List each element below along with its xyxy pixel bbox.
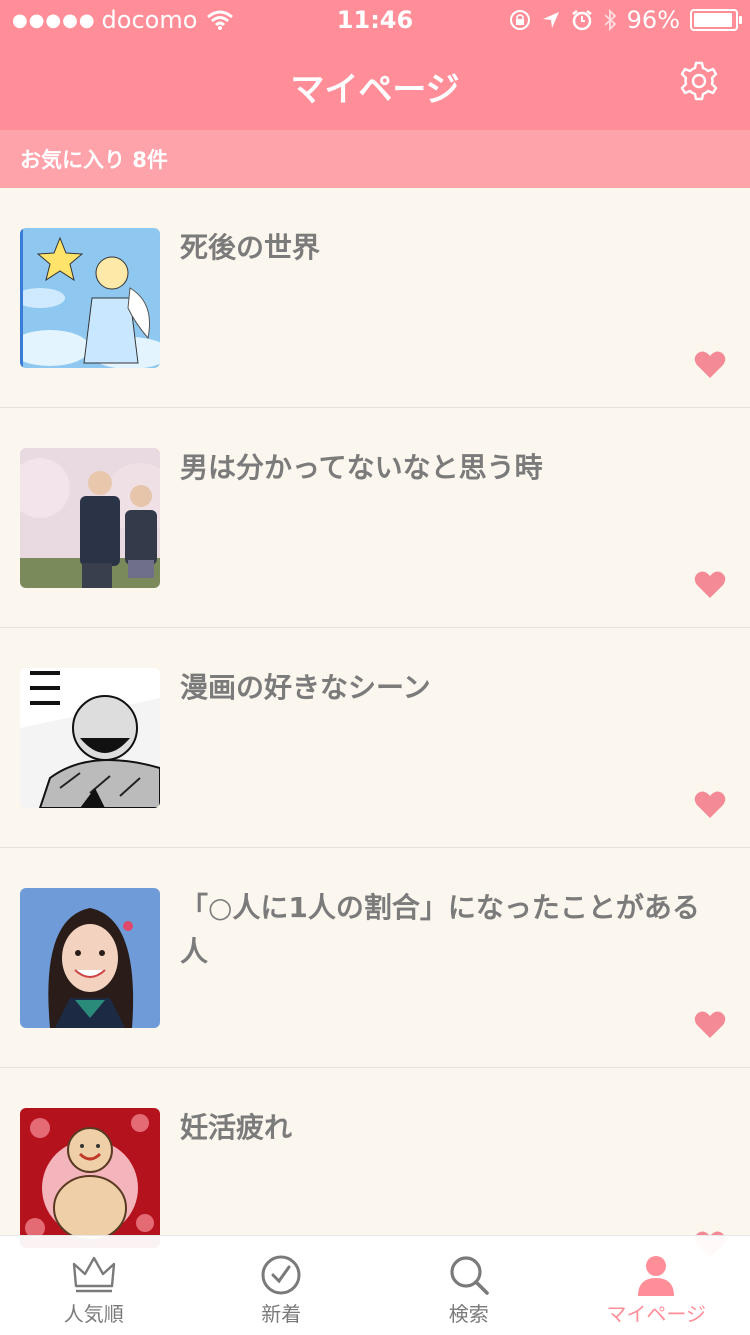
item-title: 死後の世界 — [180, 226, 725, 270]
rotation-lock-icon — [509, 9, 531, 31]
clock-icon — [259, 1254, 303, 1296]
heart-icon[interactable] — [694, 569, 726, 599]
battery-icon — [690, 9, 738, 31]
page-title: マイページ — [0, 62, 750, 111]
list-item[interactable]: 「○人に1人の割合」になったことがある人 — [0, 848, 750, 1068]
tab-label: 人気順 — [0, 1298, 188, 1327]
list-item[interactable]: 死後の世界 — [0, 188, 750, 408]
item-title: 「○人に1人の割合」になったことがある人 — [180, 886, 725, 974]
tab-label: 検索 — [375, 1298, 563, 1327]
status-bar: ●●●●● docomo 11:46 96% — [0, 0, 750, 40]
alarm-icon — [571, 9, 593, 31]
thumbnail-buddha-illustration — [20, 1108, 160, 1248]
location-arrow-icon — [541, 10, 561, 30]
crown-icon — [72, 1254, 116, 1296]
thumbnail-angel-illustration — [20, 228, 160, 368]
list-item[interactable]: 男は分かってないなと思う時 — [0, 408, 750, 628]
gear-icon[interactable] — [678, 60, 720, 102]
battery-percent: 96% — [627, 6, 680, 34]
thumbnail-girl-portrait — [20, 888, 160, 1028]
item-title: 漫画の好きなシーン — [180, 666, 725, 710]
list-item[interactable]: 漫画の好きなシーン — [0, 628, 750, 848]
tab-bar: 人気順 新着 検索 マイページ — [0, 1235, 750, 1335]
heart-icon[interactable] — [694, 789, 726, 819]
bluetooth-icon — [603, 9, 617, 31]
thumbnail-couple-photo — [20, 448, 160, 588]
heart-icon[interactable] — [694, 349, 726, 379]
item-title: 男は分かってないなと思う時 — [180, 446, 725, 490]
person-icon — [634, 1254, 678, 1296]
favorites-count-header: お気に入り 8件 — [0, 130, 750, 188]
nav-bar: マイページ — [0, 40, 750, 130]
item-title: 妊活疲れ — [180, 1106, 725, 1150]
tab-popular[interactable]: 人気順 — [0, 1236, 188, 1335]
search-icon — [447, 1254, 491, 1296]
tab-mypage[interactable]: マイページ — [563, 1236, 750, 1335]
thumbnail-manga-panel — [20, 668, 160, 808]
tab-label: マイページ — [563, 1298, 750, 1327]
tab-label: 新着 — [188, 1298, 376, 1327]
heart-icon[interactable] — [694, 1009, 726, 1039]
tab-search[interactable]: 検索 — [375, 1236, 563, 1335]
tab-new[interactable]: 新着 — [188, 1236, 376, 1335]
battery-fill — [694, 13, 732, 27]
favorites-list: 死後の世界 男は分かってないなと思う時 — [0, 188, 750, 1288]
